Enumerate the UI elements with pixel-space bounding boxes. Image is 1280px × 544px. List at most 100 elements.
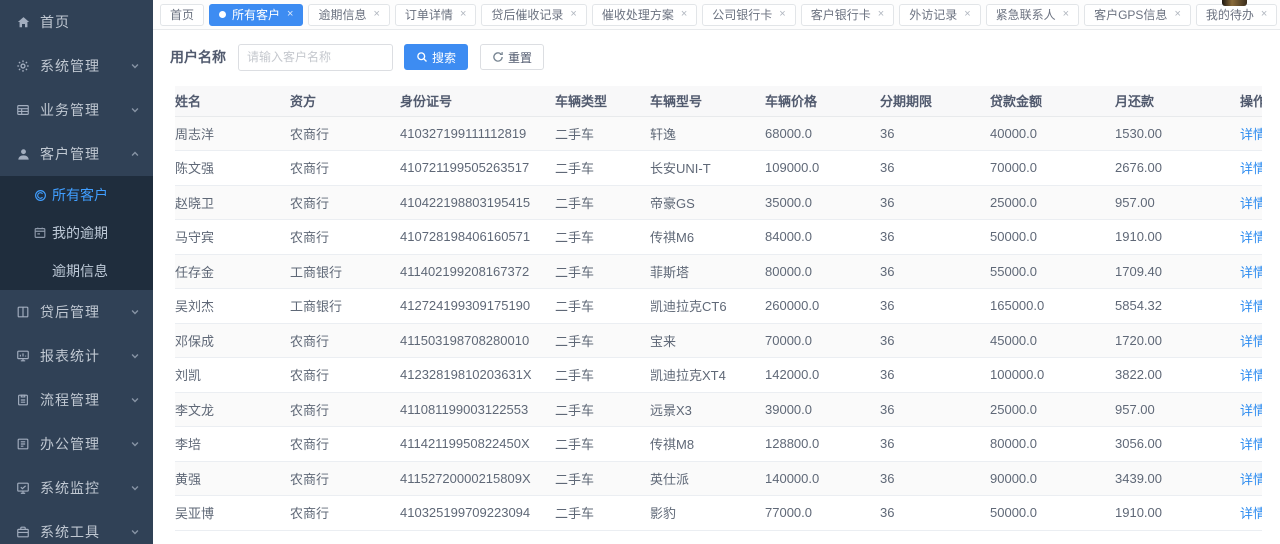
table-cell: 260000.0 xyxy=(765,289,880,324)
sidebar-item[interactable]: 报表统计 xyxy=(0,334,153,378)
close-icon[interactable]: × xyxy=(460,9,466,20)
table-cell: 45000.0 xyxy=(990,323,1115,358)
tab-item[interactable]: 公司银行卡× xyxy=(702,4,795,26)
table-cell: 吴刘杰 xyxy=(175,289,290,324)
table-cell: 赵晓卫 xyxy=(175,185,290,220)
chevron-down-icon xyxy=(129,104,141,116)
table-cell xyxy=(650,530,765,544)
sidebar-item[interactable]: 系统管理 xyxy=(0,44,153,88)
table-cell: 菲斯塔 xyxy=(650,254,765,289)
table-cell: 二手车 xyxy=(555,323,650,358)
tab-item[interactable]: 我的待办× xyxy=(1196,4,1277,26)
sidebar-item[interactable]: 业务管理 xyxy=(0,88,153,132)
sidebar-item[interactable]: 客户管理 xyxy=(0,132,153,176)
process-icon xyxy=(15,392,31,408)
table-cell: 农商行 xyxy=(290,323,400,358)
avatar[interactable] xyxy=(1222,0,1247,6)
detail-link[interactable]: 详情 xyxy=(1240,334,1262,349)
close-icon[interactable]: × xyxy=(681,9,687,20)
sidebar-subitem-label: 逾期信息 xyxy=(52,261,108,281)
close-icon[interactable]: × xyxy=(964,9,970,20)
detail-link[interactable]: 详情 xyxy=(1240,196,1262,211)
close-icon[interactable]: × xyxy=(570,9,576,20)
table-cell: 二手车 xyxy=(555,185,650,220)
sidebar-item[interactable]: 系统工具 xyxy=(0,510,153,544)
table-cell: 凯迪拉克XT4 xyxy=(650,358,765,393)
table-cell xyxy=(1240,530,1262,544)
table-cell: 传祺M8 xyxy=(650,427,765,462)
table-cell: 77000.0 xyxy=(765,496,880,531)
tab-item[interactable]: 客户银行卡 × xyxy=(801,4,894,26)
table-cell-actions: 详情 xyxy=(1240,323,1262,358)
table-cell: 二手车 xyxy=(555,116,650,151)
search-button[interactable]: 搜索 xyxy=(404,44,468,70)
customer-table: 姓名资方身份证号车辆类型车辆型号车辆价格分期期限贷款金额月还款操作 周志洋农商行… xyxy=(153,86,1280,544)
close-icon[interactable]: × xyxy=(373,9,379,20)
chevron-down-icon xyxy=(129,394,141,406)
sidebar-subitem[interactable]: 所有客户 xyxy=(0,176,153,214)
table-cell: 36 xyxy=(880,461,990,496)
table-cell: 5854.32 xyxy=(1115,289,1240,324)
close-icon[interactable]: × xyxy=(1174,9,1180,20)
tab-item[interactable]: 催收处理方案× xyxy=(592,4,697,26)
search-field-label: 用户名称 xyxy=(170,47,226,67)
tab-item[interactable]: 所有客户× xyxy=(209,4,303,26)
table-cell-actions: 详情 xyxy=(1240,151,1262,186)
detail-link[interactable]: 详情 xyxy=(1240,265,1262,280)
sidebar-submenu: 所有客户我的逾期逾期信息 xyxy=(0,176,153,290)
grid-icon xyxy=(15,102,31,118)
detail-link[interactable]: 详情 xyxy=(1240,230,1262,245)
table-cell: 传祺M6 xyxy=(650,220,765,255)
tab-label: 客户银行卡 xyxy=(811,6,871,23)
table-cell: 50000.0 xyxy=(990,496,1115,531)
detail-link[interactable]: 详情 xyxy=(1240,299,1262,314)
sidebar-item[interactable]: 办公管理 xyxy=(0,422,153,466)
tab-item[interactable]: 逾期信息× xyxy=(308,4,389,26)
tab-item[interactable]: 外访记录× xyxy=(899,4,980,26)
tab-label: 首页 xyxy=(170,6,194,23)
table-row: 刘凯农商行41232819810203631X二手车凯迪拉克XT4142000.… xyxy=(175,358,1262,393)
table-cell: 1910.00 xyxy=(1115,220,1240,255)
sidebar-item[interactable]: 流程管理 xyxy=(0,378,153,422)
table-cell: 36 xyxy=(880,116,990,151)
detail-link[interactable]: 详情 xyxy=(1240,403,1262,418)
close-icon[interactable]: × xyxy=(1261,9,1267,20)
close-icon[interactable]: × xyxy=(779,9,785,20)
close-icon[interactable]: × xyxy=(878,9,884,20)
close-icon[interactable]: × xyxy=(1063,9,1069,20)
tab-item[interactable]: 订单详情× xyxy=(395,4,476,26)
detail-link[interactable]: 详情 xyxy=(1240,437,1262,452)
table-row: 周志洋农商行410327199111112819二手车轩逸68000.03640… xyxy=(175,116,1262,151)
detail-link[interactable]: 详情 xyxy=(1240,127,1262,142)
table-cell: 411503198708280010 xyxy=(400,323,555,358)
detail-link[interactable]: 详情 xyxy=(1240,368,1262,383)
reset-button[interactable]: 重置 xyxy=(480,44,544,70)
table-cell: 黄强 xyxy=(175,461,290,496)
table-row: 任存金工商银行411402199208167372二手车菲斯塔80000.036… xyxy=(175,254,1262,289)
table-row: 赵晓卫农商行410422198803195415二手车帝豪GS35000.036… xyxy=(175,185,1262,220)
table-cell: 957.00 xyxy=(1115,392,1240,427)
table-cell: 70000.0 xyxy=(765,323,880,358)
table-cell: 二手车 xyxy=(555,392,650,427)
table-cell: 农商行 xyxy=(290,116,400,151)
table-cell xyxy=(1115,530,1240,544)
sidebar-item[interactable]: 贷后管理 xyxy=(0,290,153,334)
table-cell: 40000.0 xyxy=(990,116,1115,151)
detail-link[interactable]: 详情 xyxy=(1240,506,1262,521)
tab-item[interactable]: 紧急联系人× xyxy=(986,4,1079,26)
sidebar-subitem[interactable]: 逾期信息 xyxy=(0,252,153,290)
tab-item[interactable]: 贷后催收记录× xyxy=(481,4,586,26)
sidebar-subitem[interactable]: 我的逾期 xyxy=(0,214,153,252)
sidebar-item[interactable]: 系统监控 xyxy=(0,466,153,510)
tab-item[interactable]: 首页 xyxy=(160,4,204,26)
close-icon[interactable]: × xyxy=(287,9,293,20)
customer-name-input[interactable] xyxy=(238,44,393,71)
tab-item[interactable]: 客户GPS信息× xyxy=(1084,4,1191,26)
sidebar-item[interactable]: 首页 xyxy=(0,0,153,44)
table-cell: 80000.0 xyxy=(765,254,880,289)
detail-link[interactable]: 详情 xyxy=(1240,472,1262,487)
table-cell: 李培 xyxy=(175,427,290,462)
detail-link[interactable]: 详情 xyxy=(1240,161,1262,176)
table-cell: 3439.00 xyxy=(1115,461,1240,496)
table-cell: 41152720000215809X xyxy=(400,461,555,496)
